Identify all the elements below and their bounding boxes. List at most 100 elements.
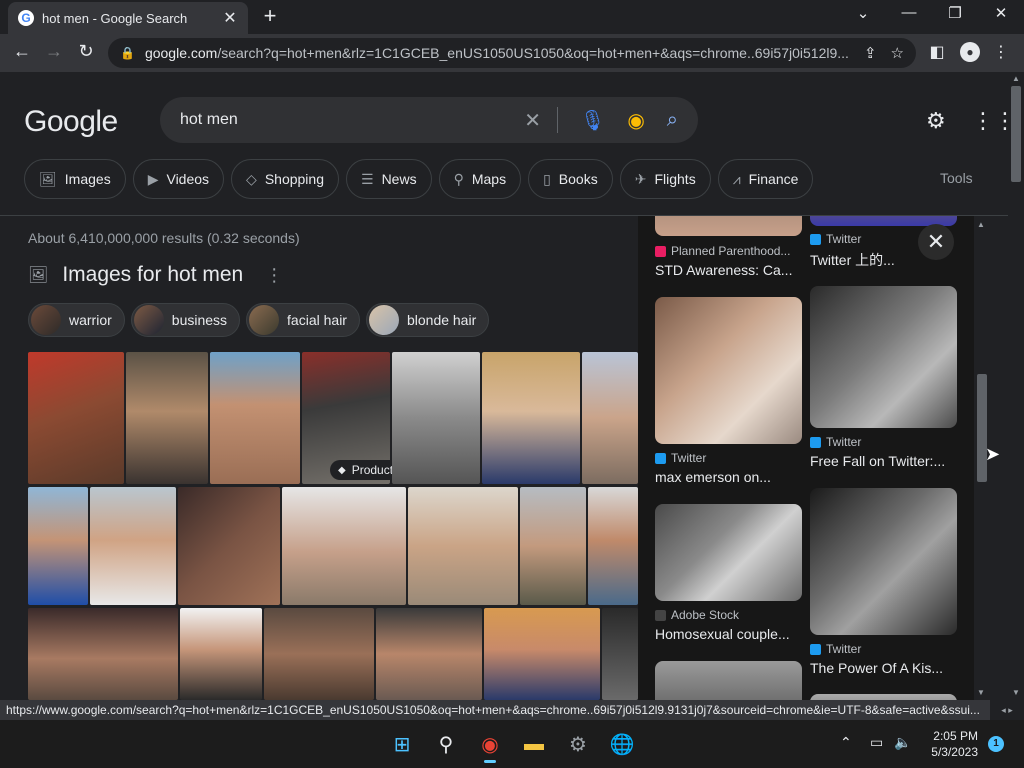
- news-icon: ☰: [361, 170, 374, 187]
- filter-news[interactable]: ☰ News: [346, 159, 432, 199]
- side-panel-icon[interactable]: ◧: [926, 42, 948, 62]
- restore-button[interactable]: ❐: [940, 4, 970, 22]
- image-result[interactable]: [282, 487, 406, 605]
- image-result[interactable]: [392, 352, 480, 484]
- lock-icon[interactable]: 🔒: [120, 46, 135, 60]
- book-icon: ▯: [543, 170, 551, 187]
- tab-close-icon[interactable]: ✕: [222, 8, 238, 28]
- horizontal-scroll-arrow-icon[interactable]: ◂ ▸: [990, 700, 1024, 720]
- file-explorer-icon[interactable]: ▬: [518, 728, 550, 760]
- filter-maps[interactable]: ⚲ Maps: [438, 159, 522, 199]
- twitter-icon: [810, 436, 821, 448]
- product-badge[interactable]: ◆ Product: [330, 460, 402, 480]
- image-result[interactable]: [520, 487, 586, 605]
- related-chip-facial-hair[interactable]: facial hair: [246, 303, 360, 337]
- card-title[interactable]: Homosexual couple...: [655, 626, 803, 642]
- tray-chevron-icon[interactable]: ⌃: [840, 734, 852, 751]
- plane-icon: ✈: [634, 170, 647, 187]
- panel-image[interactable]: [810, 286, 957, 428]
- forward-button[interactable]: →: [42, 41, 66, 62]
- image-result[interactable]: [582, 352, 638, 484]
- image-result[interactable]: [376, 608, 482, 700]
- apps-grid-icon[interactable]: ⋮⋮: [972, 108, 1008, 134]
- search-box[interactable]: hot men ✕ 🎙 ◉ ⌕: [160, 97, 698, 143]
- lens-camera-icon[interactable]: ◉: [627, 108, 644, 133]
- related-chip-warrior[interactable]: warrior: [28, 303, 125, 337]
- new-tab-button[interactable]: +: [258, 5, 282, 29]
- clear-icon[interactable]: ✕: [524, 108, 541, 133]
- image-result[interactable]: [178, 487, 280, 605]
- image-result[interactable]: [588, 487, 638, 605]
- filter-books[interactable]: ▯ Books: [528, 159, 613, 199]
- panel-scroll-thumb[interactable]: [977, 374, 987, 482]
- minimize-button[interactable]: —: [894, 4, 924, 21]
- page-scrollbar[interactable]: ▲ ▼: [1008, 72, 1024, 700]
- reload-button[interactable]: ↻: [74, 41, 98, 62]
- card-title[interactable]: max emerson on...: [655, 469, 803, 485]
- tab-search-icon[interactable]: ⌄: [848, 4, 878, 22]
- filter-finance[interactable]: ⩘ Finance: [717, 159, 814, 199]
- google-logo[interactable]: Google: [24, 105, 118, 139]
- scroll-down-arrow-icon[interactable]: ▼: [977, 688, 985, 697]
- image-result[interactable]: [28, 352, 124, 484]
- scroll-down-arrow-icon[interactable]: ▼: [1012, 688, 1020, 697]
- panel-image[interactable]: [655, 504, 802, 601]
- windows-start-icon[interactable]: ⊞: [386, 728, 418, 760]
- system-clock[interactable]: 2:05 PM 5/3/2023: [928, 728, 978, 760]
- page-scroll-thumb[interactable]: [1011, 86, 1021, 182]
- browser-tab[interactable]: G hot men - Google Search ✕: [8, 2, 248, 34]
- clock-time: 2:05 PM: [933, 729, 978, 743]
- volume-icon[interactable]: 🔈: [894, 734, 911, 751]
- search-icon[interactable]: ⌕: [667, 109, 678, 132]
- related-chip-business[interactable]: business: [130, 303, 241, 337]
- scroll-up-arrow-icon[interactable]: ▲: [977, 220, 985, 229]
- panel-image[interactable]: [810, 488, 957, 635]
- chrome-icon[interactable]: ◉: [474, 728, 506, 763]
- tools-button[interactable]: Tools: [940, 170, 973, 186]
- card-title[interactable]: Free Fall on Twitter:...: [810, 453, 958, 469]
- images-title[interactable]: Images for hot men: [62, 263, 243, 287]
- image-result[interactable]: [408, 487, 518, 605]
- menu-kebab-icon[interactable]: ⋮: [990, 42, 1012, 62]
- filter-shopping[interactable]: ◇ Shopping: [231, 159, 339, 199]
- notification-badge[interactable]: 1: [988, 736, 1004, 752]
- settings-gear-icon[interactable]: ⚙: [562, 728, 594, 760]
- image-result[interactable]: [484, 608, 600, 700]
- filter-flights[interactable]: ✈ Flights: [619, 159, 711, 199]
- close-window-button[interactable]: ✕: [986, 4, 1016, 22]
- panel-image[interactable]: [655, 297, 802, 444]
- settings-gear-icon[interactable]: ⚙: [926, 108, 946, 134]
- related-chip-blonde-hair[interactable]: blonde hair: [365, 303, 490, 337]
- address-bar[interactable]: 🔒 google.com/search?q=hot+men&rlz=1C1GCE…: [108, 38, 916, 68]
- image-result[interactable]: [28, 487, 88, 605]
- image-result[interactable]: [180, 608, 262, 700]
- profile-avatar[interactable]: ●: [960, 42, 980, 62]
- network-icon[interactable]: ▭: [870, 734, 883, 751]
- image-result[interactable]: [126, 352, 208, 484]
- image-result[interactable]: [90, 487, 176, 605]
- back-button[interactable]: ←: [10, 41, 34, 62]
- windows-taskbar: ⊞ ⚲ ◉ ▬ ⚙ 🌐 ⌃ ▭ 🔈 2:05 PM 5/3/2023 1: [0, 720, 1024, 768]
- image-result[interactable]: [264, 608, 374, 700]
- search-input[interactable]: hot men: [180, 111, 502, 129]
- panel-image[interactable]: [655, 216, 802, 236]
- image-result[interactable]: [28, 608, 178, 700]
- filter-images[interactable]: 🖼 Images: [24, 159, 126, 199]
- image-result[interactable]: [482, 352, 580, 484]
- image-result[interactable]: [602, 608, 638, 700]
- browser-toolbar: ← → ↻ 🔒 google.com/search?q=hot+men&rlz=…: [0, 34, 1024, 72]
- bookmark-star-icon[interactable]: ☆: [891, 44, 904, 62]
- card-title[interactable]: The Power Of A Kis...: [810, 660, 958, 676]
- panel-image[interactable]: [655, 661, 802, 700]
- more-options-icon[interactable]: ⋮: [265, 265, 283, 286]
- card-title[interactable]: STD Awareness: Ca...: [655, 262, 803, 278]
- share-icon[interactable]: ⇪: [864, 44, 877, 62]
- filter-videos[interactable]: ▶ Videos: [132, 159, 225, 199]
- globe-icon[interactable]: 🌐: [606, 728, 638, 760]
- microphone-icon[interactable]: 🎙: [580, 108, 605, 133]
- url-text[interactable]: google.com/search?q=hot+men&rlz=1C1GCEB_…: [145, 45, 850, 61]
- scroll-up-arrow-icon[interactable]: ▲: [1012, 74, 1020, 83]
- search-icon[interactable]: ⚲: [430, 728, 462, 760]
- close-panel-button[interactable]: ✕: [918, 224, 954, 260]
- image-result[interactable]: [210, 352, 300, 484]
